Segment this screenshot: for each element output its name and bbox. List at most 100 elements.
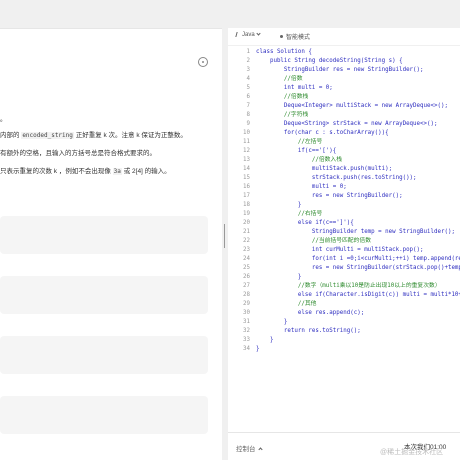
line-number: 18 <box>243 202 250 208</box>
example-box-4 <box>0 396 208 434</box>
code-line[interactable]: 12 if(c=='['){ <box>228 147 460 156</box>
code-text: return res.toString(); <box>256 328 361 334</box>
drag-handle-icon[interactable] <box>224 224 227 248</box>
line-number: 31 <box>243 319 250 325</box>
code-line[interactable]: 25 res = new StringBuilder(strStack.pop(… <box>228 264 460 273</box>
line-number: 20 <box>243 220 250 226</box>
chevron-up-icon <box>257 447 263 452</box>
line-number: 9 <box>246 121 251 127</box>
code-text: for(int i =0;i<curMulti;++i) temp.append… <box>256 256 460 262</box>
line-number: 12 <box>243 148 250 154</box>
code-editor[interactable]: Java 智能模式 1 class Solution { 2 public Stri… <box>228 28 460 432</box>
code-comment: //其他 <box>256 301 317 307</box>
code-text: int curMulti = multiStack.pop(); <box>256 247 424 253</box>
description-line-3: 有额外的空格，且输入的方括号总是符合格式要求的。 <box>0 150 156 157</box>
description-line-4: 只表示重复的次数 k ，例如不会出现像 3a 或 2[4] 的输入。 <box>0 168 171 175</box>
code-line[interactable]: 17 res = new StringBuilder(); <box>228 192 460 201</box>
description-line-1: 。 <box>0 116 7 123</box>
description-line-2: 内部的 encoded_string 正好重复 k 次。注意 k 保证为正整数。 <box>0 132 187 139</box>
code-line[interactable]: 2 public String decodeString(String s) { <box>228 57 460 66</box>
code-text: res = new StringBuilder(); <box>256 193 403 199</box>
code-line[interactable]: 31 } <box>228 318 460 327</box>
line-number: 14 <box>243 166 250 172</box>
line-number: 27 <box>243 283 250 289</box>
line-number: 2 <box>246 58 251 64</box>
code-area[interactable]: 1 class Solution { 2 public String decodeS… <box>228 48 460 428</box>
line-number: 5 <box>246 85 251 91</box>
code-line[interactable]: 29 //其他 <box>228 300 460 309</box>
code-text: else if(c==']'){ <box>256 220 354 226</box>
line-number: 7 <box>246 103 251 109</box>
line-number: 11 <box>243 139 250 145</box>
code-line[interactable]: 21 StringBuilder temp = new StringBuilde… <box>228 228 460 237</box>
line-number: 8 <box>246 112 251 118</box>
code-text: Deque<String> strStack = new ArrayDeque<… <box>256 121 438 127</box>
code-line[interactable]: 30 else res.append(c); <box>228 309 460 318</box>
code-line[interactable]: 9 Deque<String> strStack = new ArrayDequ… <box>228 120 460 129</box>
chevron-down-icon <box>256 31 261 36</box>
line-number: 30 <box>243 310 250 316</box>
code-text: if(c=='['){ <box>256 148 337 154</box>
console-button[interactable]: 控制台 <box>236 443 263 453</box>
line-number: 25 <box>243 265 250 271</box>
code-line[interactable]: 23 int curMulti = multiStack.pop(); <box>228 246 460 255</box>
code-line[interactable]: 26 } <box>228 273 460 282</box>
code-text: else res.append(c); <box>256 310 365 316</box>
code-line[interactable]: 14 multiStack.push(multi); <box>228 165 460 174</box>
code-text: class Solution { <box>256 49 312 55</box>
code-line[interactable]: 24 for(int i =0;i<curMulti;++i) temp.app… <box>228 255 460 264</box>
line-number: 16 <box>243 184 250 190</box>
line-number: 19 <box>243 211 250 217</box>
code-comment: //倍数栈 <box>256 94 309 100</box>
code-comment: //左括号 <box>256 139 323 145</box>
code-comment: //倍数入栈 <box>256 157 343 163</box>
code-line[interactable]: 33 } <box>228 336 460 345</box>
code-line[interactable]: 16 multi = 0; <box>228 183 460 192</box>
line-number: 23 <box>243 247 250 253</box>
line-number: 13 <box>243 157 250 163</box>
code-line[interactable]: 13 //倍数入栈 <box>228 156 460 165</box>
code-text: } <box>256 274 302 280</box>
language-select[interactable]: Java <box>235 31 261 38</box>
code-text: strStack.push(res.toString()); <box>256 175 417 181</box>
code-line[interactable]: 22 //当前括号匹配的倍数 <box>228 237 460 246</box>
code-line[interactable]: 6 //倍数栈 <box>228 93 460 102</box>
line-number: 21 <box>243 229 250 235</box>
code-line[interactable]: 11 //左括号 <box>228 138 460 147</box>
line-number: 3 <box>246 67 251 73</box>
code-line[interactable]: 19 //右括号 <box>228 210 460 219</box>
code-comment: //倍数 <box>256 76 303 82</box>
code-line[interactable]: 3 StringBuilder res = new StringBuilder(… <box>228 66 460 75</box>
code-line[interactable]: 1 class Solution { <box>228 48 460 57</box>
code-text: } <box>256 346 260 352</box>
code-line[interactable]: 4 //倍数 <box>228 75 460 84</box>
code-text: else if(Character.isDigit(c)) multi = mu… <box>297 292 460 298</box>
code-comment: //字符栈 <box>256 112 309 118</box>
code-line[interactable]: 34} <box>228 345 460 354</box>
code-line[interactable]: 10 for(char c : s.toCharArray()){ <box>228 129 460 138</box>
code-comment: //当前括号匹配的倍数 <box>256 238 371 244</box>
example-box-3 <box>0 336 208 374</box>
code-line[interactable]: 32 return res.toString(); <box>228 327 460 336</box>
code-text: Deque<Integer> multiStack = new ArrayDeq… <box>256 103 448 109</box>
mode-select[interactable]: 智能模式 <box>280 32 310 41</box>
code-line[interactable]: 27 //数字（multi乘以10是防止出现10以上的重复次数） <box>228 282 460 291</box>
line-number: 26 <box>243 274 250 280</box>
code-line[interactable]: 15 strStack.push(res.toString()); <box>228 174 460 183</box>
code-icon <box>235 32 241 37</box>
line-number: 32 <box>243 328 250 334</box>
line-number: 33 <box>243 337 250 343</box>
code-line[interactable]: 20 else if(c==']'){ <box>228 219 460 228</box>
code-line[interactable]: 28 else if(Character.isDigit(c)) multi =… <box>228 291 460 300</box>
code-line[interactable]: 7 Deque<Integer> multiStack = new ArrayD… <box>228 102 460 111</box>
code-line[interactable]: 5 int multi = 0; <box>228 84 460 93</box>
panel-border <box>0 28 222 29</box>
code-line[interactable]: 18 } <box>228 201 460 210</box>
mode-dot-icon <box>280 35 283 38</box>
example-box-2 <box>0 276 208 314</box>
code-text: multiStack.push(multi); <box>256 166 393 172</box>
line-number: 1 <box>246 49 251 55</box>
settings-icon[interactable] <box>198 57 208 67</box>
code-text: public String decodeString(String s) { <box>256 58 403 64</box>
code-line[interactable]: 8 //字符栈 <box>228 111 460 120</box>
